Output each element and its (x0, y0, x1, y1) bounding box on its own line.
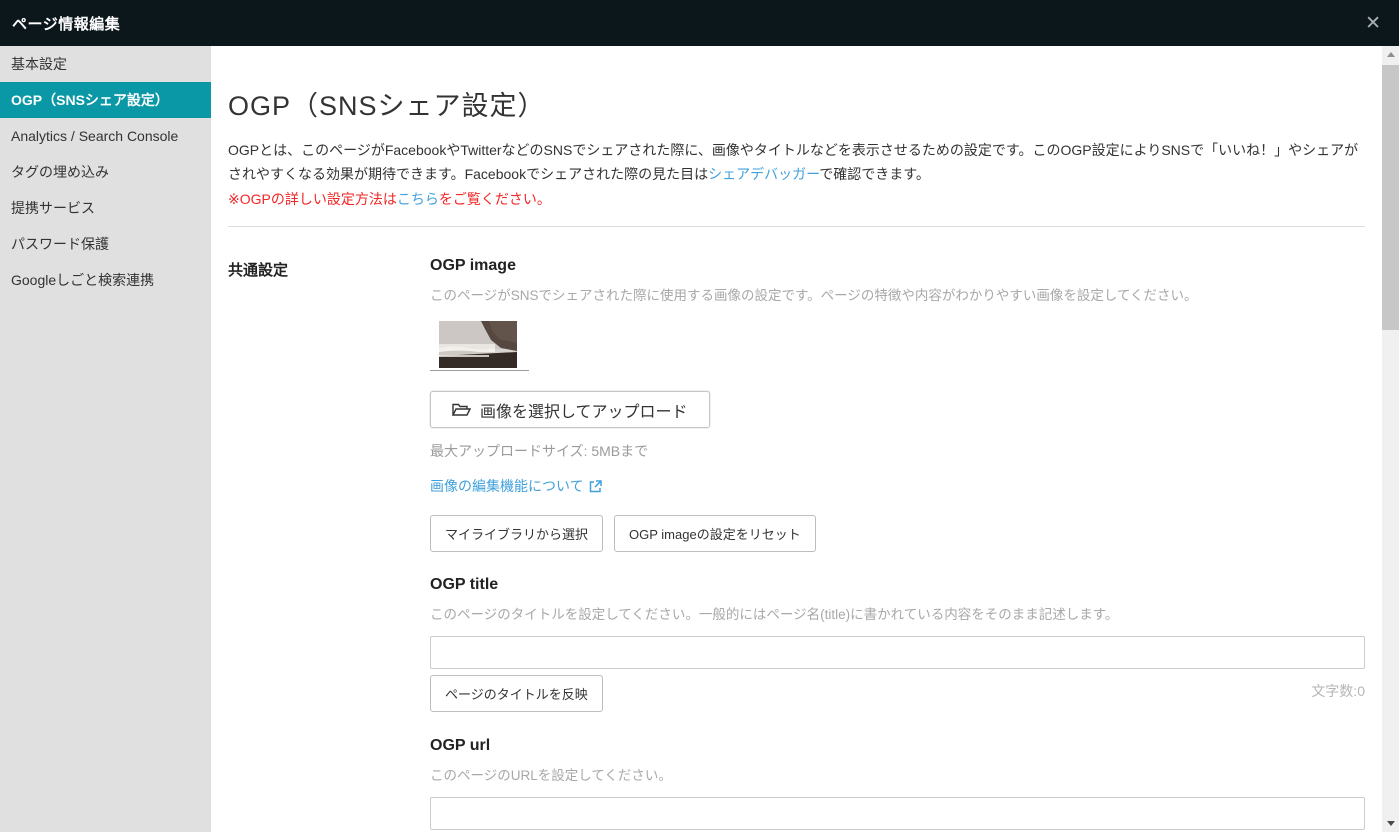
ogp-title-input[interactable] (430, 636, 1365, 669)
sidebar-item-google-jobs[interactable]: Googleしごと検索連携 (0, 262, 211, 298)
ogp-image-description: このページがSNSでシェアされた際に使用する画像の設定です。ページの特徴や内容が… (430, 288, 1198, 303)
max-upload-size-note: 最大アップロードサイズ: 5MBまで (430, 443, 649, 459)
folder-open-icon (452, 403, 471, 416)
close-icon[interactable]: ✕ (1361, 12, 1385, 35)
settings-nav: 基本設定 OGP（SNSシェア設定） Analytics / Search Co… (0, 46, 211, 832)
reflect-page-title-button[interactable]: ページのタイトルを反映 (430, 675, 603, 712)
ogp-image-heading: OGP image (430, 257, 516, 274)
ogp-help-note: ※OGPの詳しい設定方法はこちらをご覧ください。 (228, 188, 1365, 210)
modal-title: ページ情報編集 (12, 15, 121, 33)
ogp-image-thumbnail[interactable] (430, 321, 529, 371)
sidebar-item-label: 提携サービス (11, 200, 95, 216)
sidebar-item-analytics-search-console[interactable]: Analytics / Search Console (0, 118, 211, 154)
coastal-photo-thumbnail (439, 321, 517, 368)
scrollbar[interactable] (1382, 46, 1399, 832)
page-info-edit-modal: ページ情報編集 ✕ 基本設定 OGP（SNSシェア設定） Analytics /… (0, 0, 1399, 832)
intro-text-part2: で確認できます。 (819, 166, 930, 182)
upload-image-button-label: 画像を選択してアップロード (480, 403, 688, 421)
ogp-title-heading: OGP title (430, 576, 499, 593)
section-label-common-settings: 共通設定 (228, 262, 289, 279)
char-count: 文字数:0 (1311, 683, 1365, 699)
sidebar-item-partner-services[interactable]: 提携サービス (0, 190, 211, 226)
ogp-image-section: OGP image このページがSNSでシェアされた際に使用する画像の設定です。… (430, 257, 1365, 552)
image-edit-feature-link[interactable]: 画像の編集機能について (430, 476, 602, 496)
sidebar-item-ogp-sns-share[interactable]: OGP（SNSシェア設定） (0, 82, 211, 118)
sidebar-item-label: Googleしごと検索連携 (11, 272, 155, 288)
ogp-title-description: このページのタイトルを設定してください。一般的にはページ名(title)に書かれ… (430, 607, 1119, 622)
sidebar-item-tag-embed[interactable]: タグの埋め込み (0, 154, 211, 190)
main-content: OGP（SNSシェア設定） OGPとは、このページがFacebookやTwitt… (211, 46, 1382, 832)
divider (228, 226, 1365, 227)
intro-text: OGPとは、このページがFacebookやTwitterなどのSNSでシェアされ… (228, 138, 1365, 186)
sidebar-item-label: Analytics / Search Console (11, 128, 179, 144)
sidebar-item-label: OGP（SNSシェア設定） (11, 92, 169, 108)
scrollbar-up-arrow[interactable] (1382, 46, 1399, 63)
note-part1: ※OGPの詳しい設定方法は (228, 191, 397, 207)
note-part2: をご覧ください。 (438, 191, 551, 207)
sidebar-item-label: パスワード保護 (11, 236, 109, 252)
share-debugger-link[interactable]: シェアデバッガー (708, 166, 819, 182)
sidebar-item-label: タグの埋め込み (11, 164, 109, 180)
upload-image-button[interactable]: 画像を選択してアップロード (430, 391, 710, 428)
image-edit-feature-link-label: 画像の編集機能について (430, 478, 584, 494)
ogp-url-heading: OGP url (430, 737, 491, 754)
modal-header: ページ情報編集 ✕ (0, 0, 1399, 46)
ogp-url-description: このページのURLを設定してください。 (430, 768, 672, 783)
scrollbar-thumb[interactable] (1382, 65, 1399, 330)
scrollbar-down-arrow[interactable] (1382, 815, 1399, 832)
ogp-title-section: OGP title このページのタイトルを設定してください。一般的にはページ名(… (430, 576, 1365, 712)
ogp-help-link[interactable]: こちら (397, 191, 439, 207)
reset-ogp-image-button[interactable]: OGP imageの設定をリセット (614, 515, 816, 552)
ogp-url-input[interactable] (430, 797, 1365, 830)
page-title: OGP（SNSシェア設定） (228, 91, 546, 121)
sidebar-item-basic-settings[interactable]: 基本設定 (0, 46, 211, 82)
ogp-url-section: OGP url このページのURLを設定してください。 ページのurlを反映 (430, 737, 1365, 832)
sidebar-item-password-protection[interactable]: パスワード保護 (0, 226, 211, 262)
select-from-library-button[interactable]: マイライブラリから選択 (430, 515, 604, 552)
external-link-icon (589, 479, 602, 492)
sidebar-item-label: 基本設定 (11, 56, 67, 72)
